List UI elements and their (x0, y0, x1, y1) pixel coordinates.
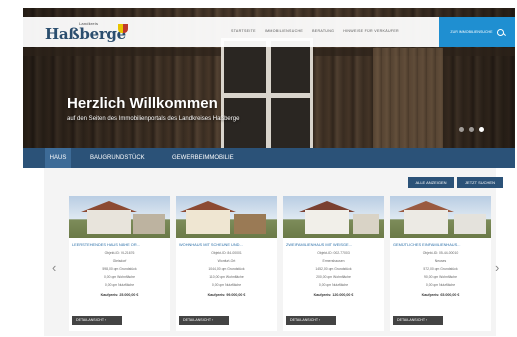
house-image (87, 210, 131, 234)
listing-usable: 0,00 qm Nutzfläche (104, 283, 135, 287)
category-tabs: HAUS BAUGRUNDSTÜCK GEWERBEIMMOBILIE (23, 148, 515, 172)
hero-door-image (373, 48, 443, 154)
page: Landkreis Haßberge STARTSEITE IMMOBILIEN… (0, 0, 517, 337)
detail-button[interactable]: DETAILANSICHT › (179, 316, 229, 325)
detail-button[interactable]: DETAILANSICHT › (72, 316, 122, 325)
barn-image (234, 214, 266, 234)
listing-usable: 0,00 qm Nutzfläche (211, 283, 242, 287)
house-image (404, 210, 448, 234)
show-all-button[interactable]: ALLE ANZEIGEN (408, 177, 454, 188)
hero-window-image (221, 38, 313, 154)
detail-button-label: DETAILANSICHT (76, 318, 105, 322)
house-image (186, 210, 230, 234)
detail-button[interactable]: DETAILANSICHT › (393, 316, 443, 325)
listing-living: 110,00 qm Wohnfläche (209, 275, 244, 279)
nav-link-startseite[interactable]: STARTSEITE (231, 29, 256, 33)
tab-haus[interactable]: HAUS (45, 148, 71, 172)
detail-button-label: DETAILANSICHT (397, 318, 426, 322)
nav-link-immobiliensuche[interactable]: IMMOBILIENSUCHE (265, 29, 303, 33)
listing-place: Wonfurt-Ort (217, 259, 236, 263)
listing-title[interactable]: WOHNHAUS MIT SCHEUNE UND... (179, 242, 274, 247)
listing-card[interactable]: LEERSTEHENDES HAUS NÄHE OR... Objekt-ID:… (69, 196, 170, 331)
barn-image (133, 214, 165, 234)
slider-dot-3[interactable] (479, 127, 484, 132)
listing-price: Kaufpreis: 65.000,00 € (421, 293, 460, 297)
chevron-left-icon[interactable]: ‹ (52, 260, 56, 275)
top-navigation: Landkreis Haßberge STARTSEITE IMMOBILIEN… (23, 17, 515, 47)
listing-price: Kaufpreis: 120.000,00 € (313, 293, 354, 297)
listing-title[interactable]: GEMÜTLICHES EINFAMILIENHAUS... (393, 242, 488, 247)
detail-button-label: DETAILANSICHT (183, 318, 212, 322)
listing-place: Neuses (434, 259, 447, 263)
hero-title: Herzlich Willkommen (67, 95, 218, 112)
listing-card[interactable]: WOHNHAUS MIT SCHEUNE UND... Objekt-ID: 8… (176, 196, 277, 331)
listing-plot: 572,00 qm Grundstück (423, 267, 458, 271)
listing-id: Objekt-ID: 05-44-00010 (422, 251, 459, 255)
listing-card[interactable]: GEMÜTLICHES EINFAMILIENHAUS... Objekt-ID… (390, 196, 491, 331)
main-nav: STARTSEITE IMMOBILIENSUCHE BERATUNG HINW… (231, 29, 399, 33)
property-search-label: ZUR IMMOBILIENSUCHE (450, 30, 493, 34)
property-search-button[interactable]: ZUR IMMOBILIENSUCHE (439, 17, 515, 47)
detail-button[interactable]: DETAILANSICHT › (286, 316, 336, 325)
listing-title[interactable]: LEERSTEHENDES HAUS NÄHE OR... (72, 242, 167, 247)
listing-living: 90,00 qm Wohnfläche (424, 275, 457, 279)
chevron-right-icon[interactable]: › (495, 260, 499, 275)
hero-subtitle: auf den Seiten des Immobilienportals des… (67, 116, 240, 122)
listing-plot: 598,00 qm Grundstück (102, 267, 137, 271)
listing-id: Objekt-ID: 84-00001 (211, 251, 242, 255)
search-now-button[interactable]: JETZT SUCHEN (457, 177, 503, 188)
slider-dots (459, 127, 484, 132)
slider-dot-1[interactable] (459, 127, 464, 132)
crest-icon (118, 24, 128, 33)
listing-place: Ermershausen (322, 259, 345, 263)
search-icon (496, 28, 504, 36)
listing-plot: 1452,00 qm Grundstück (315, 267, 352, 271)
tab-baugrundstueck[interactable]: BAUGRUNDSTÜCK (90, 148, 145, 168)
nav-link-hinweise[interactable]: HINWEISE FÜR VERKÄUFER (343, 29, 399, 33)
garage-image (454, 214, 486, 234)
listing-living: 0,00 qm Wohnfläche (103, 275, 136, 279)
listing-usable: 0,00 qm Nutzfläche (425, 283, 456, 287)
detail-button-label: DETAILANSICHT (290, 318, 319, 322)
listing-plot: 1044,00 qm Grundstück (208, 267, 245, 271)
logo-main-text: Haßberge (45, 25, 126, 43)
listing-price: Kaufpreis: 99.000,00 € (207, 293, 246, 297)
listing-usable: 0,00 qm Nutzfläche (318, 283, 349, 287)
listing-photo[interactable] (69, 196, 170, 238)
listing-photo[interactable] (176, 196, 277, 238)
listing-id: Objekt-ID: 002-77003 (317, 251, 350, 255)
listing-card[interactable]: ZWEIFAMILIENHAUS MIT WEISGE... Objekt-ID… (283, 196, 384, 331)
slider-dot-2[interactable] (469, 127, 474, 132)
listing-id: Objekt-ID: VL21676 (104, 251, 135, 255)
tab-gewerbeimmobilie[interactable]: GEWERBEIMMOBILIE (172, 148, 234, 168)
listing-photo[interactable] (390, 196, 491, 238)
listing-place: Gleisdorf (112, 259, 127, 263)
nav-link-beratung[interactable]: BERATUNG (312, 29, 334, 33)
listing-photo[interactable] (283, 196, 384, 238)
barn-image (353, 214, 379, 234)
listing-living: 200,00 qm Wohnfläche (316, 275, 351, 279)
house-image (305, 210, 349, 234)
listing-price: Kaufpreis: 25.000,00 € (100, 293, 139, 297)
listing-title[interactable]: ZWEIFAMILIENHAUS MIT WEISGE... (286, 242, 381, 247)
